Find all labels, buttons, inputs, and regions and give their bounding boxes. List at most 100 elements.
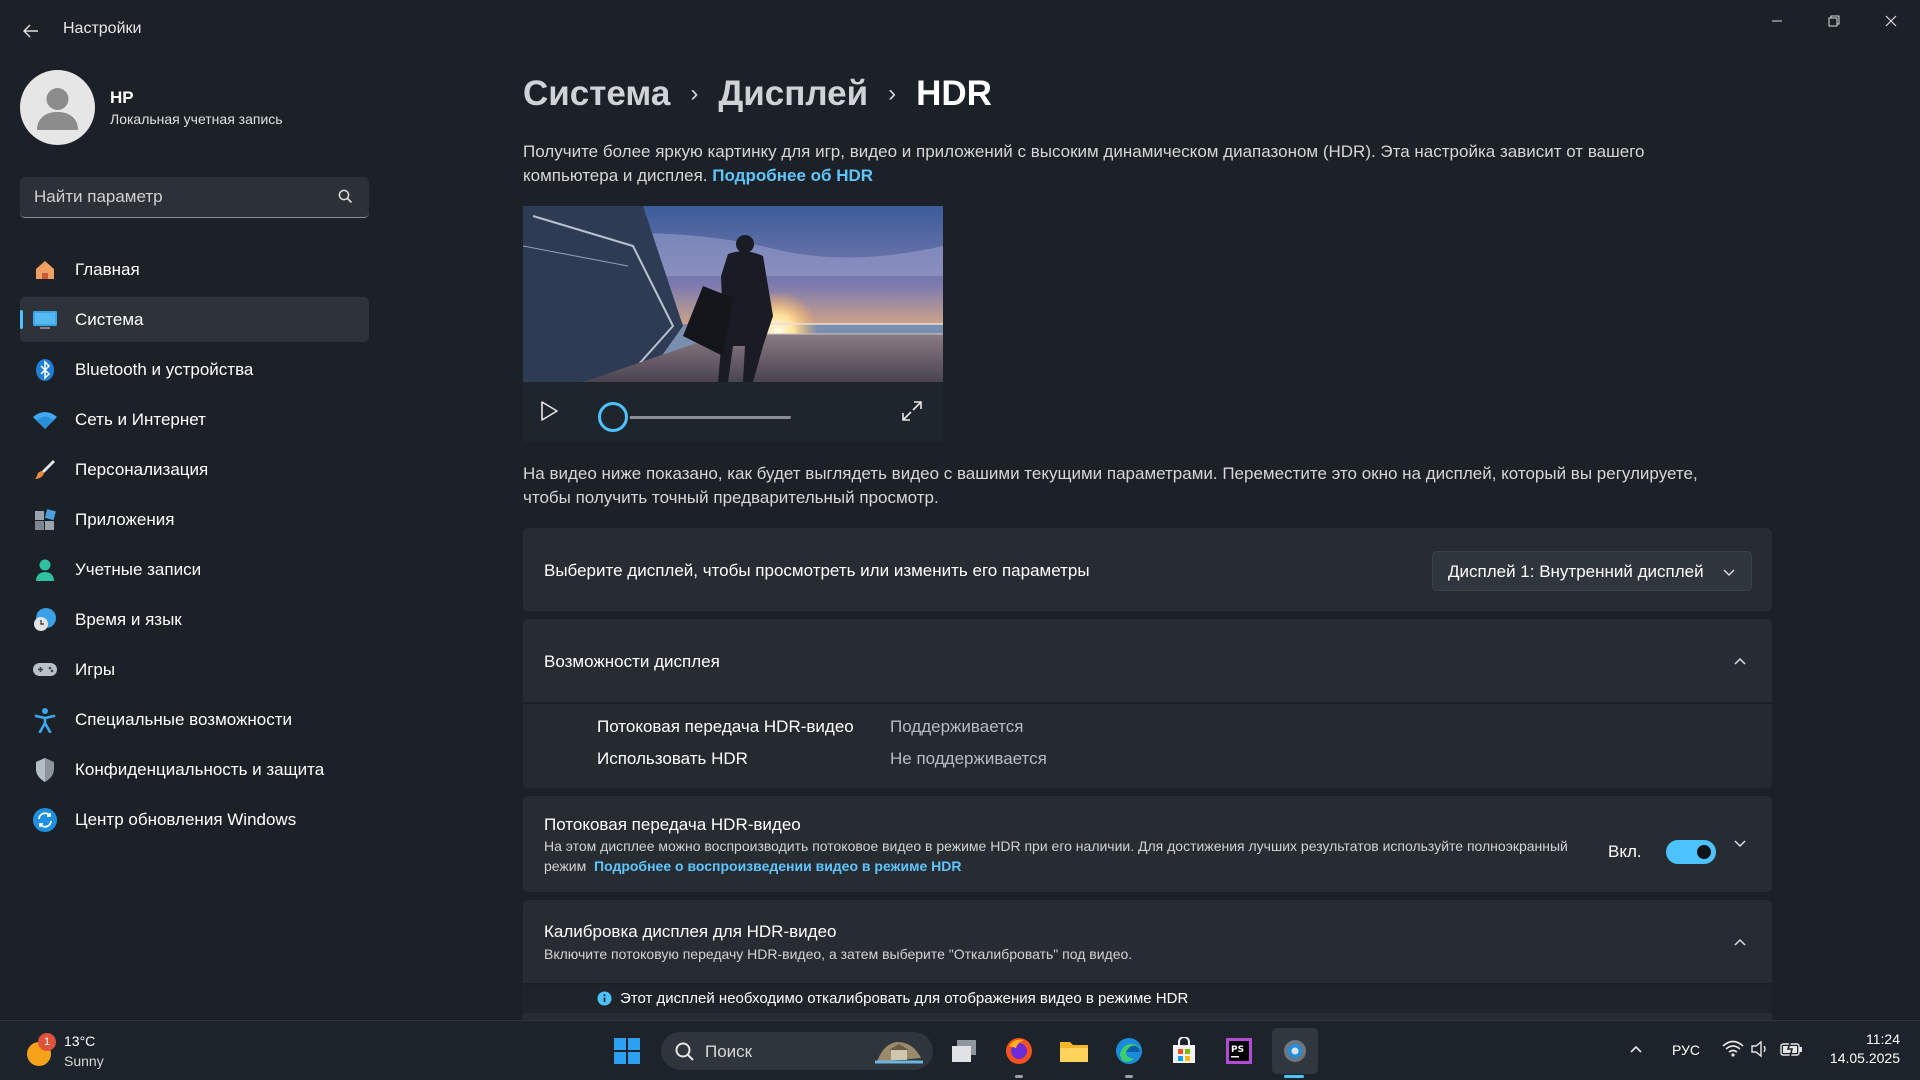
clock-date: 14.05.2025 <box>1829 1050 1900 1066</box>
minimize-icon <box>1772 20 1782 22</box>
volume-status[interactable] <box>1750 1039 1772 1064</box>
sidebar-item-network[interactable]: Сеть и Интернет <box>20 397 369 442</box>
phpstorm-icon: PS <box>1226 1038 1252 1064</box>
sidebar-item-label: Учетные записи <box>75 559 202 579</box>
taskbar: 1 13°C Sunny Поиск PS РУС 11:24 14.05.20… <box>0 1020 1920 1080</box>
arrow-left-icon <box>23 24 38 38</box>
close-icon <box>1885 15 1897 27</box>
capabilities-card-header[interactable]: Возможности дисплея <box>523 619 1772 702</box>
user-name: HP <box>110 88 134 107</box>
weather-widget[interactable]: 1 13°C Sunny <box>24 1033 134 1073</box>
bluetooth-icon <box>32 357 58 383</box>
chevron-up-icon[interactable] <box>1728 649 1752 673</box>
apps-icon <box>32 507 58 533</box>
play-button[interactable] <box>539 400 559 427</box>
sidebar-item-label: Система <box>75 309 144 329</box>
task-view-icon <box>952 1040 976 1062</box>
breadcrumb-display[interactable]: Дисплей <box>718 74 868 114</box>
hdr-streaming-title: Потоковая передача HDR-видео <box>544 815 801 834</box>
weather-temp: 13°C <box>64 1033 96 1049</box>
sidebar-item-label: Персонализация <box>75 459 209 479</box>
fullscreen-button[interactable] <box>901 400 923 427</box>
firefox-taskbar-button[interactable] <box>999 1031 1039 1071</box>
hdr-playback-learn-more-link[interactable]: Подробнее о воспроизведении видео в режи… <box>594 858 961 874</box>
sidebar-item-personalization[interactable]: Персонализация <box>20 447 369 492</box>
hdr-streaming-card: Потоковая передача HDR-видео На этом дис… <box>523 796 1772 892</box>
page-title: HDR <box>916 74 992 113</box>
display-dropdown-value: Дисплей 1: Внутренний дисплей <box>1448 562 1704 581</box>
phpstorm-taskbar-button[interactable]: PS <box>1219 1031 1259 1071</box>
sidebar-item-home[interactable]: Главная <box>20 247 369 292</box>
update-icon <box>32 807 58 833</box>
video-progress-track[interactable] <box>613 416 791 419</box>
sidebar-item-accessibility[interactable]: Специальные возможности <box>20 697 369 742</box>
accessibility-icon <box>32 707 58 733</box>
app-title: Настройки <box>63 20 142 37</box>
restore-button[interactable] <box>1806 6 1862 36</box>
sidebar-item-system[interactable]: Система <box>20 297 369 342</box>
sidebar-item-apps[interactable]: Приложения <box>20 497 369 542</box>
calibration-card-header[interactable]: Калибровка дисплея для HDR-видео Включит… <box>523 900 1772 983</box>
toggle-state-label: Вкл. <box>1608 842 1642 861</box>
sidebar-item-gaming[interactable]: Игры <box>20 647 369 692</box>
input-language[interactable]: РУС <box>1672 1042 1700 1058</box>
sidebar-item-label: Приложения <box>75 509 175 529</box>
taskbar-search-placeholder: Поиск <box>705 1042 753 1061</box>
calibration-subtitle: Включите потоковую передачу HDR-видео, а… <box>544 946 1133 962</box>
title-bar: Настройки <box>0 0 1920 60</box>
sidebar-item-label: Время и язык <box>75 609 182 629</box>
store-taskbar-button[interactable] <box>1164 1031 1204 1071</box>
capability-row-value: Не поддерживается <box>890 749 1047 768</box>
taskbar-search[interactable]: Поиск <box>661 1032 933 1070</box>
breadcrumb-system[interactable]: Система <box>523 74 670 114</box>
sidebar-item-bluetooth[interactable]: Bluetooth и устройства <box>20 347 369 392</box>
fullscreen-icon <box>902 401 922 421</box>
capability-row-label: Потоковая передача HDR-видео <box>597 717 854 736</box>
settings-search[interactable] <box>20 177 369 218</box>
avatar[interactable] <box>20 70 95 145</box>
system-display-icon <box>32 307 58 333</box>
edge-taskbar-button[interactable] <box>1109 1031 1149 1071</box>
weather-condition: Sunny <box>64 1053 104 1069</box>
file-explorer-button[interactable] <box>1054 1031 1094 1071</box>
brush-icon <box>32 457 58 483</box>
display-select-card: Выберите дисплей, чтобы просмотреть или … <box>523 528 1772 611</box>
toggle-knob <box>1697 845 1711 859</box>
video-progress-thumb[interactable] <box>598 402 628 432</box>
video-controls <box>523 382 943 442</box>
breadcrumb: Система › Дисплей › HDR <box>523 70 992 118</box>
back-button[interactable] <box>14 14 48 48</box>
chevron-up-icon <box>1630 1045 1642 1053</box>
close-button[interactable] <box>1863 6 1919 36</box>
chevron-down-icon[interactable] <box>1728 832 1752 856</box>
start-button[interactable] <box>607 1031 647 1071</box>
clock[interactable]: 11:24 14.05.2025 <box>1820 1031 1900 1071</box>
battery-status[interactable] <box>1780 1039 1804 1064</box>
sidebar-item-label: Главная <box>75 259 140 279</box>
battery-icon <box>1780 1040 1802 1058</box>
network-status[interactable] <box>1722 1039 1744 1064</box>
sidebar-item-time-language[interactable]: Время и язык <box>20 597 369 642</box>
search-input[interactable] <box>34 177 324 217</box>
hdr-video-preview <box>523 206 943 382</box>
windows-logo-icon <box>614 1038 640 1064</box>
sidebar-item-privacy[interactable]: Конфиденциальность и защита <box>20 747 369 792</box>
show-hidden-icons-button[interactable] <box>1628 1041 1644 1062</box>
settings-taskbar-button[interactable] <box>1272 1028 1318 1074</box>
hdr-streaming-toggle[interactable] <box>1666 840 1716 864</box>
next-card-edge <box>523 1013 1772 1020</box>
sidebar-item-label: Сеть и Интернет <box>75 409 206 429</box>
sidebar-item-windows-update[interactable]: Центр обновления Windows <box>20 797 369 842</box>
minimize-button[interactable] <box>1749 6 1805 36</box>
task-view-button[interactable] <box>944 1031 984 1071</box>
sidebar-item-accounts[interactable]: Учетные записи <box>20 547 369 592</box>
sidebar-item-label: Центр обновления Windows <box>75 809 297 829</box>
sidebar-item-label: Игры <box>75 659 116 679</box>
hdr-streaming-description: На этом дисплее можно воспроизводить пот… <box>544 836 1574 876</box>
display-dropdown[interactable]: Дисплей 1: Внутренний дисплей <box>1432 551 1752 591</box>
wifi-icon <box>1722 1040 1744 1057</box>
chevron-up-icon[interactable] <box>1728 930 1752 954</box>
learn-more-hdr-link[interactable]: Подробнее об HDR <box>712 166 873 185</box>
chevron-right-icon: › <box>888 80 897 107</box>
running-indicator <box>1125 1075 1133 1078</box>
